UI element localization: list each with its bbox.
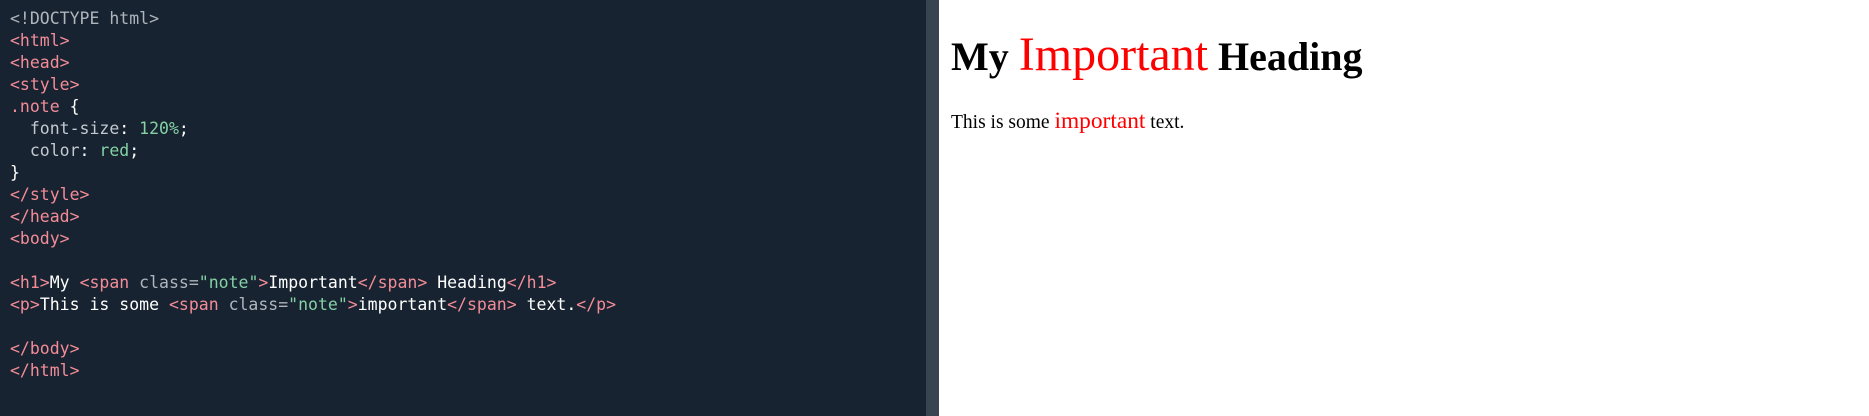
code-token: </p> [576, 295, 617, 314]
code-token: } [10, 163, 20, 182]
code-token: <body> [10, 229, 70, 248]
code-token: Heading [427, 273, 507, 292]
code-token: <span [168, 295, 229, 314]
preview-heading: My Important Heading [951, 26, 1869, 86]
code-line[interactable]: <p>This is some <span class="note">impor… [10, 294, 926, 316]
code-token: </span> [447, 295, 517, 314]
code-editor-pane[interactable]: <!DOCTYPE html> <html> <head> <style> .note … [0, 0, 926, 416]
code-token: .note [10, 97, 60, 116]
code-line[interactable]: </style> [10, 184, 926, 206]
code-token: ; [178, 119, 189, 138]
code-token: important [357, 295, 448, 314]
code-token: <h1> [10, 273, 50, 292]
code-token: "note" [198, 273, 259, 292]
code-token: : [79, 141, 100, 160]
code-token: > [347, 295, 358, 314]
code-token: </head> [10, 207, 80, 226]
code-line[interactable]: </html> [10, 360, 926, 382]
code-line[interactable]: <!DOCTYPE html> [10, 8, 926, 30]
code-line[interactable]: font-size: 120%; [10, 118, 926, 140]
code-token: text. [516, 295, 577, 314]
code-token: </style> [10, 185, 90, 204]
result-preview-pane: My Important Heading This is some import… [939, 0, 1869, 416]
code-token: color [10, 141, 80, 160]
code-line[interactable]: } [10, 162, 926, 184]
code-token: This is some [39, 295, 169, 314]
code-token: ; [129, 141, 140, 160]
heading-text-after: Heading [1208, 34, 1363, 79]
code-line[interactable] [10, 316, 926, 338]
pane-resize-handle[interactable] [926, 0, 939, 416]
code-token: <head> [10, 53, 70, 72]
code-token: > [258, 273, 269, 292]
code-line[interactable]: <h1>My <span class="note">Important</spa… [10, 272, 926, 294]
code-token: <!DOCTYPE html> [10, 9, 160, 28]
code-token: "note" [288, 295, 348, 314]
paragraph-note-span: important [1054, 108, 1146, 134]
code-line[interactable]: <style> [10, 74, 926, 96]
code-editor[interactable]: <!DOCTYPE html> <html> <head> <style> .note … [10, 8, 926, 382]
code-line[interactable]: <head> [10, 52, 926, 74]
code-line[interactable]: </head> [10, 206, 926, 228]
code-token: </body> [10, 339, 80, 358]
code-line[interactable]: color: red; [10, 140, 926, 162]
code-token: { [59, 97, 80, 116]
code-token: </span> [357, 273, 428, 292]
code-token: <style> [10, 75, 80, 94]
code-line[interactable]: <html> [10, 30, 926, 52]
paragraph-text-after: text. [1145, 112, 1185, 133]
code-token: <p> [10, 295, 40, 314]
code-token: font-size [10, 119, 120, 138]
code-token: My [49, 273, 80, 292]
paragraph-text-before: This is some [951, 112, 1055, 133]
code-token: class= [228, 295, 289, 314]
code-token: class= [139, 273, 199, 292]
code-token: Important [268, 273, 358, 292]
heading-note-span: Important [1018, 28, 1209, 81]
code-token: : [119, 119, 140, 138]
code-token: </html> [10, 361, 80, 380]
code-token: <html> [10, 31, 70, 50]
code-line[interactable]: </body> [10, 338, 926, 360]
code-line[interactable]: .note { [10, 96, 926, 118]
tryit-workspace: <!DOCTYPE html> <html> <head> <style> .note … [0, 0, 1869, 416]
code-token: </h1> [506, 273, 557, 292]
code-token: 120% [139, 119, 179, 138]
code-token: <span [79, 273, 140, 292]
preview-paragraph: This is some important text. [951, 108, 1869, 135]
heading-text-before: My [951, 34, 1019, 79]
code-line[interactable] [10, 250, 926, 272]
code-token: red [99, 141, 130, 160]
code-line[interactable]: <body> [10, 228, 926, 250]
